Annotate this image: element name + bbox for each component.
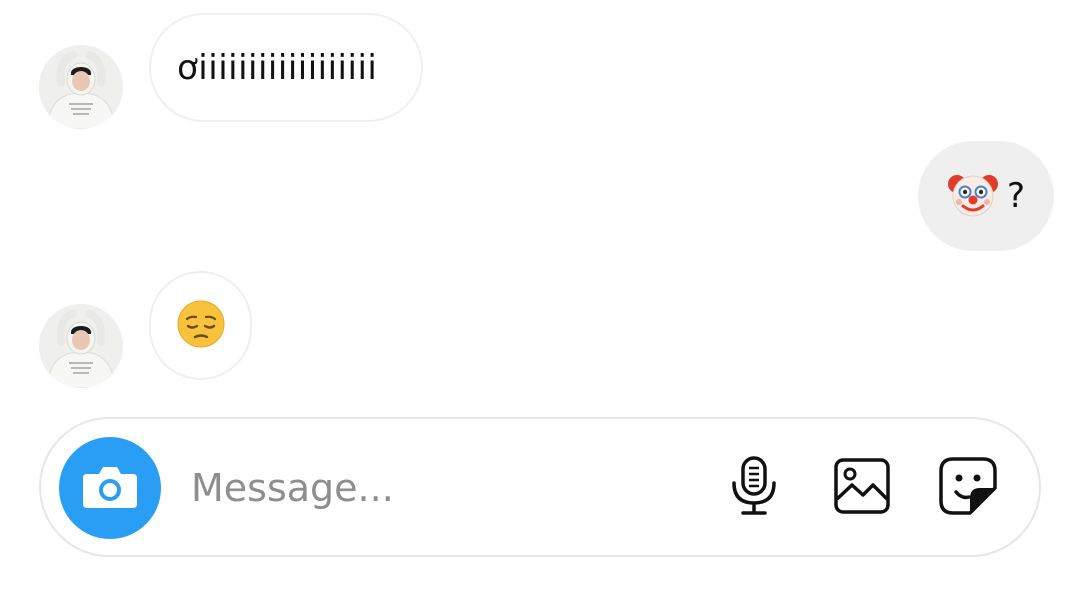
chat-screen: ơiiiiiiiiiiiiiiiiii ? [0, 0, 1079, 589]
message-bubble-incoming[interactable]: ơiiiiiiiiiiiiiiiiii [149, 13, 423, 122]
message-input[interactable] [191, 453, 691, 523]
message-bubble-outgoing[interactable]: ? [918, 141, 1054, 251]
sticker-button[interactable] [935, 455, 1001, 521]
clown-face-emoji-icon [947, 168, 999, 224]
message-text: ơiiiiiiiiiiiiiiiiii [177, 47, 378, 88]
camera-button[interactable] [59, 437, 161, 539]
message-text: ? [1006, 176, 1026, 216]
message-bubble-incoming[interactable] [149, 271, 252, 380]
microphone-icon [729, 455, 779, 521]
pensive-face-emoji-icon [176, 299, 226, 353]
gallery-icon [833, 457, 891, 519]
avatar[interactable] [39, 45, 123, 129]
camera-icon [81, 462, 139, 514]
voice-message-button[interactable] [721, 455, 787, 521]
message-composer [39, 417, 1041, 557]
sticker-icon [938, 456, 998, 520]
avatar[interactable] [39, 304, 123, 388]
gallery-button[interactable] [829, 455, 895, 521]
